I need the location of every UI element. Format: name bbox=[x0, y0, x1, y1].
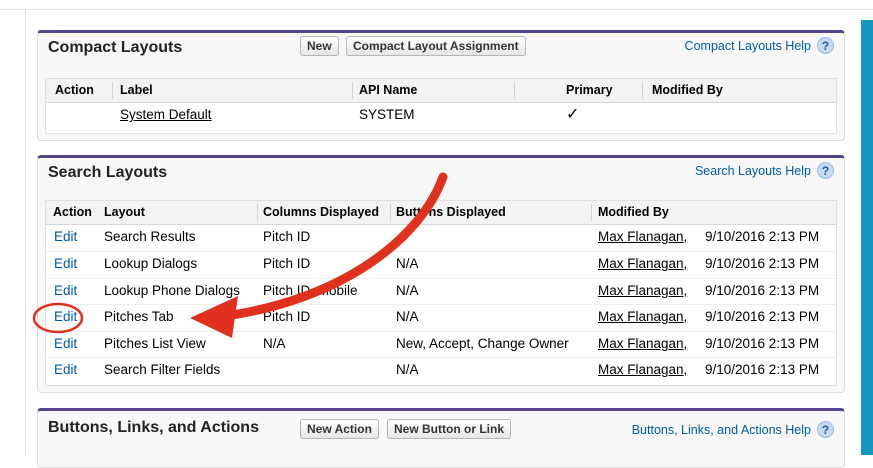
buttons-links-actions-help[interactable]: Buttons, Links, and Actions Help ? bbox=[632, 421, 834, 438]
layout-name: Lookup Dialogs bbox=[104, 256, 198, 271]
buttons-links-actions-panel: Buttons, Links, and Actions New Action N… bbox=[37, 408, 845, 468]
buttons-value: New, Accept, Change Owner bbox=[396, 336, 569, 351]
buttons-value: N/A bbox=[396, 362, 419, 377]
buttons-value: N/A bbox=[396, 309, 419, 324]
col-api-name: API Name bbox=[359, 83, 418, 97]
compact-layouts-help[interactable]: Compact Layouts Help ? bbox=[685, 37, 834, 54]
col-divider bbox=[591, 204, 592, 221]
new-button-or-link-button[interactable]: New Button or Link bbox=[387, 419, 511, 439]
col-layout: Layout bbox=[104, 205, 145, 219]
table-row: Edit Search Results Pitch ID Max Flanaga… bbox=[46, 225, 836, 248]
modified-by-user-link[interactable]: Max Flanagan, bbox=[598, 332, 687, 355]
compact-layouts-title: Compact Layouts bbox=[48, 39, 183, 56]
col-modified-by: Modified By bbox=[652, 83, 723, 97]
search-layouts-help-link[interactable]: Search Layouts Help bbox=[695, 164, 811, 178]
compact-layouts-panel: Compact Layouts New Compact Layout Assig… bbox=[37, 30, 845, 141]
compact-layouts-help-link[interactable]: Compact Layouts Help bbox=[685, 39, 811, 53]
col-divider bbox=[352, 82, 353, 99]
new-action-button[interactable]: New Action bbox=[300, 419, 379, 439]
columns-value: N/A bbox=[263, 336, 286, 351]
columns-value: Pitch ID bbox=[263, 309, 311, 324]
modified-date: 9/10/2016 2:13 PM bbox=[705, 256, 820, 271]
edit-link[interactable]: Edit bbox=[54, 252, 77, 275]
top-divider bbox=[0, 9, 873, 10]
compact-layout-assignment-button[interactable]: Compact Layout Assignment bbox=[346, 36, 526, 56]
system-default-link[interactable]: System Default bbox=[120, 103, 212, 126]
buttons-links-actions-title: Buttons, Links, and Actions bbox=[48, 419, 259, 436]
col-buttons-displayed: Buttons Displayed bbox=[396, 205, 506, 219]
col-modified-by: Modified By bbox=[598, 205, 669, 219]
buttons-value: N/A bbox=[396, 283, 419, 298]
buttons-links-actions-help-link[interactable]: Buttons, Links, and Actions Help bbox=[632, 423, 811, 437]
table-row: Edit Pitches Tab Pitch ID N/A Max Flanag… bbox=[46, 304, 836, 328]
col-divider bbox=[642, 82, 643, 99]
columns-value: Pitch ID bbox=[263, 256, 311, 271]
modified-date: 9/10/2016 2:13 PM bbox=[705, 309, 820, 324]
layout-name: Pitches List View bbox=[104, 336, 206, 351]
question-icon[interactable]: ? bbox=[817, 162, 834, 179]
columns-value: Pitch ID, Mobile bbox=[263, 283, 358, 298]
table-header-row: Action Layout Columns Displayed Buttons … bbox=[46, 201, 836, 225]
modified-by-user-link[interactable]: Max Flanagan, bbox=[598, 225, 687, 248]
search-layouts-header: Search Layouts Search Layouts Help ? bbox=[38, 158, 844, 194]
modified-by-user-link[interactable]: Max Flanagan, bbox=[598, 279, 687, 302]
columns-value: Pitch ID bbox=[263, 229, 311, 244]
layout-name: Lookup Phone Dialogs bbox=[104, 283, 240, 298]
table-header-row: Action Label API Name Primary Modified B… bbox=[46, 79, 836, 103]
search-layouts-help[interactable]: Search Layouts Help ? bbox=[695, 162, 834, 179]
col-columns-displayed: Columns Displayed bbox=[263, 205, 379, 219]
modified-date: 9/10/2016 2:13 PM bbox=[705, 229, 820, 244]
search-layouts-table: Action Layout Columns Displayed Buttons … bbox=[45, 200, 837, 386]
compact-layouts-header: Compact Layouts New Compact Layout Assig… bbox=[38, 33, 844, 69]
edit-link[interactable]: Edit bbox=[54, 279, 77, 302]
modified-by-user-link[interactable]: Max Flanagan, bbox=[598, 252, 687, 275]
col-divider bbox=[390, 204, 391, 221]
layout-name: Search Results bbox=[104, 229, 196, 244]
primary-check-icon: ✓ bbox=[566, 106, 580, 123]
search-layouts-title: Search Layouts bbox=[48, 164, 168, 181]
new-compact-layout-button[interactable]: New bbox=[300, 36, 339, 56]
buttons-value: N/A bbox=[396, 256, 419, 271]
table-row: System Default SYSTEM ✓ bbox=[46, 103, 836, 126]
search-layouts-panel: Search Layouts Search Layouts Help ? Act… bbox=[37, 155, 845, 393]
col-primary: Primary bbox=[566, 83, 613, 97]
col-divider bbox=[514, 82, 515, 99]
question-icon[interactable]: ? bbox=[817, 421, 834, 438]
modified-by-user-link[interactable]: Max Flanagan, bbox=[598, 358, 687, 381]
edit-link[interactable]: Edit bbox=[54, 225, 77, 248]
api-name-value: SYSTEM bbox=[359, 107, 415, 122]
modified-date: 9/10/2016 2:13 PM bbox=[705, 283, 820, 298]
layout-name: Search Filter Fields bbox=[104, 362, 221, 377]
col-action: Action bbox=[55, 83, 94, 97]
question-icon[interactable]: ? bbox=[817, 37, 834, 54]
compact-layouts-table: Action Label API Name Primary Modified B… bbox=[45, 78, 837, 134]
edit-link-pitches-tab[interactable]: Edit bbox=[54, 305, 77, 328]
modified-date: 9/10/2016 2:13 PM bbox=[705, 336, 820, 351]
edit-link[interactable]: Edit bbox=[54, 358, 77, 381]
edit-link[interactable]: Edit bbox=[54, 332, 77, 355]
table-row: Edit Lookup Phone Dialogs Pitch ID, Mobi… bbox=[46, 278, 836, 302]
table-row: Edit Search Filter Fields N/A Max Flanag… bbox=[46, 357, 836, 381]
modified-date: 9/10/2016 2:13 PM bbox=[705, 362, 820, 377]
table-row: Edit Lookup Dialogs Pitch ID N/A Max Fla… bbox=[46, 251, 836, 275]
col-action: Action bbox=[53, 205, 92, 219]
table-row: Edit Pitches List View N/A New, Accept, … bbox=[46, 331, 836, 355]
modified-by-user-link[interactable]: Max Flanagan, bbox=[598, 305, 687, 328]
col-divider bbox=[112, 82, 113, 99]
right-accent-bar bbox=[861, 20, 873, 455]
buttons-links-actions-header: Buttons, Links, and Actions New Action N… bbox=[38, 411, 844, 447]
layout-name: Pitches Tab bbox=[104, 309, 174, 324]
col-label: Label bbox=[120, 83, 153, 97]
left-divider bbox=[25, 10, 26, 455]
col-divider bbox=[257, 204, 258, 221]
